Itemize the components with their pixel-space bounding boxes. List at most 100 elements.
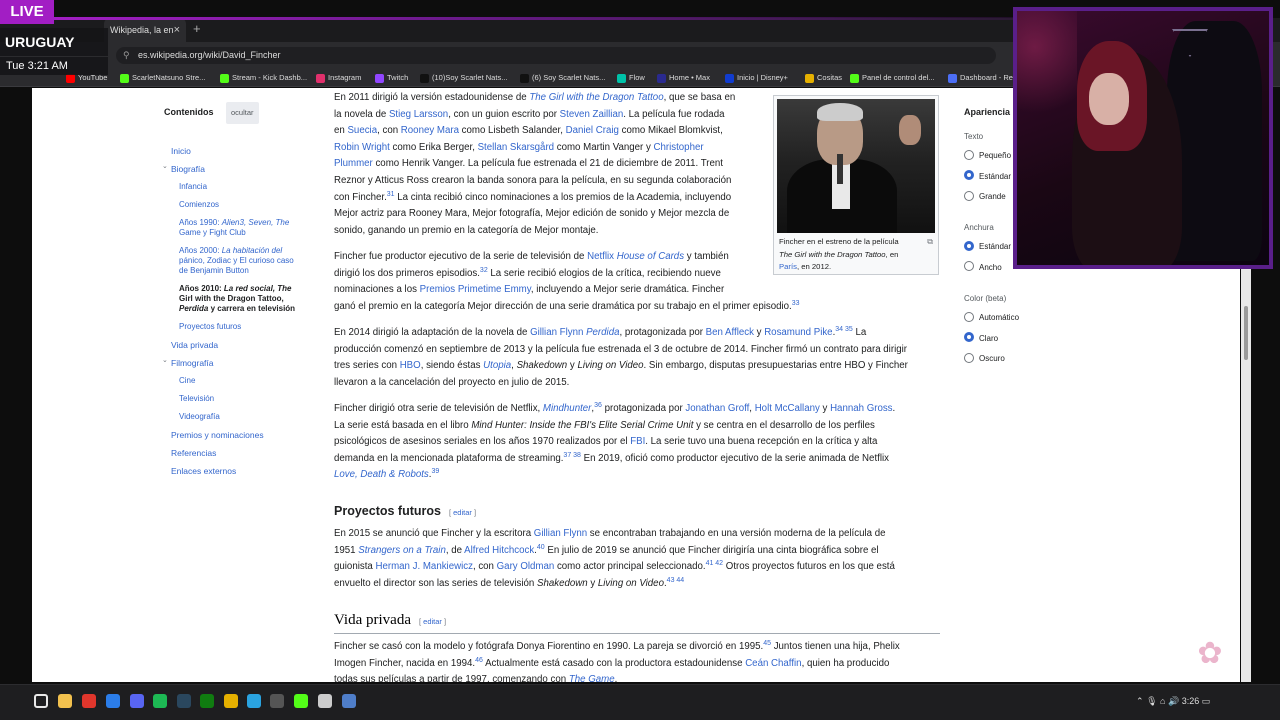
app-icon[interactable] — [224, 694, 238, 708]
radio-button[interactable] — [964, 311, 974, 322]
toc-item[interactable]: Videografía — [179, 412, 220, 422]
bookmark-item[interactable]: Cositas — [805, 68, 842, 87]
text-size-option[interactable]: Pequeño — [964, 149, 1011, 162]
enlarge-icon[interactable]: ⧉ — [927, 236, 933, 249]
toc-item[interactable]: Años 1990: Alien3, Seven, The Game y Figh… — [179, 218, 289, 238]
tray-arrow-icon[interactable]: ⌃ — [1136, 696, 1144, 706]
citation-ref[interactable]: 31 — [387, 191, 395, 198]
wiki-link[interactable]: Holt McCallany — [755, 403, 820, 414]
site-info-icon[interactable]: ⚲ — [123, 47, 130, 64]
toc-item[interactable]: Comienzos — [179, 200, 219, 210]
wiki-link[interactable]: Rooney Mara — [401, 125, 459, 136]
toc-hide-button[interactable]: ocultar — [226, 102, 259, 124]
citation-ref[interactable]: 41 42 — [706, 560, 724, 567]
wiki-link[interactable]: Robin Wright — [334, 142, 390, 153]
app-icon[interactable] — [270, 694, 284, 708]
citation-ref[interactable]: 32 — [480, 267, 488, 274]
toc-item[interactable]: Televisión — [179, 394, 214, 404]
file-explorer-icon[interactable] — [58, 694, 72, 708]
wiki-link[interactable]: Stieg Larsson — [389, 109, 448, 120]
radio-button[interactable] — [964, 190, 974, 201]
radio-button[interactable] — [964, 149, 974, 160]
url-field[interactable]: ⚲ es.wikipedia.org/wiki/David_Fincher — [116, 47, 996, 64]
bookmark-item[interactable]: ScarletNatsuno Stre... — [120, 68, 205, 87]
steam-icon[interactable] — [177, 694, 191, 708]
telegram-icon[interactable] — [247, 694, 261, 708]
discord-icon[interactable] — [130, 694, 144, 708]
kick-icon[interactable] — [294, 694, 308, 708]
toc-collapse-icon[interactable]: ⌄ — [162, 162, 168, 170]
wiki-link[interactable]: Daniel Craig — [566, 125, 619, 136]
scrollbar-thumb[interactable] — [1244, 306, 1248, 360]
citation-ref[interactable]: 46 — [475, 657, 483, 664]
toc-item[interactable]: Vida privada — [171, 340, 218, 350]
radio-button[interactable] — [964, 261, 974, 272]
wiki-link[interactable]: Premios Primetime Emmy — [420, 284, 531, 295]
bookmark-item[interactable]: (6) Soy Scarlet Nats... — [520, 68, 605, 87]
wiki-link[interactable]: HBO — [400, 360, 421, 371]
wiki-link[interactable]: Christopher — [654, 142, 704, 153]
citation-ref[interactable]: 43 44 — [667, 577, 685, 584]
radio-button[interactable] — [964, 352, 974, 363]
wiki-link[interactable]: Perdida — [586, 327, 619, 338]
edit-section-link[interactable]: [ editar ] — [449, 508, 476, 517]
wiki-link[interactable]: Plummer — [334, 158, 373, 169]
wiki-link[interactable]: Suecia — [347, 125, 377, 136]
browser-tab[interactable]: Wikipedia, la en × — [104, 18, 186, 42]
toc-item[interactable]: Proyectos futuros — [179, 322, 241, 332]
spotify-icon[interactable] — [153, 694, 167, 708]
toc-item[interactable]: Cine — [179, 376, 195, 386]
wiki-link[interactable]: Ceán Chaffin — [745, 658, 801, 669]
fincher-photo[interactable] — [777, 99, 935, 233]
wiki-link[interactable]: Jonathan Groff — [685, 403, 749, 414]
bookmark-item[interactable]: (10)Soy Scarlet Nats... — [420, 68, 507, 87]
wiki-link[interactable]: FBI — [630, 436, 645, 447]
citation-ref[interactable]: 40 — [537, 544, 545, 551]
citation-ref[interactable]: 39 — [431, 468, 439, 475]
text-size-option[interactable]: Estándar — [964, 170, 1011, 183]
wiki-link[interactable]: Hannah Gross — [830, 403, 892, 414]
width-option[interactable]: Estándar — [964, 240, 1011, 253]
toc-item[interactable]: Biografía — [171, 164, 205, 174]
toc-item[interactable]: Referencias — [171, 448, 216, 458]
citation-ref[interactable]: 36 — [594, 402, 602, 409]
wiki-link[interactable]: Mindhunter — [543, 403, 591, 414]
radio-button[interactable] — [964, 332, 974, 343]
wiki-link[interactable]: Netflix — [587, 251, 614, 262]
wiki-link[interactable]: The Girl with the Dragon Tattoo — [529, 92, 663, 103]
toc-item[interactable]: Años 2010: La red social, The Girl with t… — [179, 284, 295, 314]
wiki-link[interactable]: Love, Death & Robots — [334, 469, 429, 480]
volume-icon[interactable]: 🔊 — [1168, 696, 1179, 706]
network-icon[interactable]: ⌂ — [1160, 696, 1165, 706]
windows-start-icon[interactable] — [34, 694, 48, 708]
citation-ref[interactable]: 37 38 — [563, 452, 581, 459]
wiki-link[interactable]: The Game — [569, 674, 615, 682]
bookmark-item[interactable]: Stream - Kick Dashb... — [220, 68, 307, 87]
app-icon[interactable] — [106, 694, 120, 708]
citation-ref[interactable]: 33 — [792, 300, 800, 307]
app-icon[interactable] — [342, 694, 356, 708]
wiki-link[interactable]: Gillian Flynn — [534, 528, 587, 539]
wiki-link[interactable]: House of Cards — [617, 251, 684, 262]
brave-browser-icon[interactable] — [82, 694, 96, 708]
color-scheme-option[interactable]: Claro — [964, 332, 998, 345]
toc-item[interactable]: Enlaces externos — [171, 466, 236, 476]
toc-item[interactable]: Inicio — [171, 146, 191, 156]
toc-collapse-icon[interactable]: ⌄ — [162, 356, 168, 364]
wiki-link[interactable]: Strangers on a Train — [358, 545, 446, 556]
radio-button[interactable] — [964, 170, 974, 181]
wiki-link[interactable]: Stellan Skarsgård — [478, 142, 554, 153]
mic-icon[interactable]: 🎙 — [1146, 696, 1157, 706]
width-option[interactable]: Ancho — [964, 261, 1002, 274]
radio-button[interactable] — [964, 240, 974, 251]
xbox-icon[interactable] — [200, 694, 214, 708]
tab-close-icon[interactable]: × — [174, 18, 180, 42]
wiki-link[interactable]: Herman J. Mankiewicz — [375, 561, 472, 572]
citation-ref[interactable]: 34 35 — [835, 326, 853, 333]
wiki-link[interactable]: Ben Affleck — [706, 327, 754, 338]
toc-item[interactable]: Premios y nominaciones — [171, 430, 264, 440]
bookmark-item[interactable]: Dashboard - Re — [948, 68, 1013, 87]
bookmark-item[interactable]: Home • Max — [657, 68, 710, 87]
obs-icon[interactable] — [318, 694, 332, 708]
bookmark-item[interactable]: Instagram — [316, 68, 361, 87]
